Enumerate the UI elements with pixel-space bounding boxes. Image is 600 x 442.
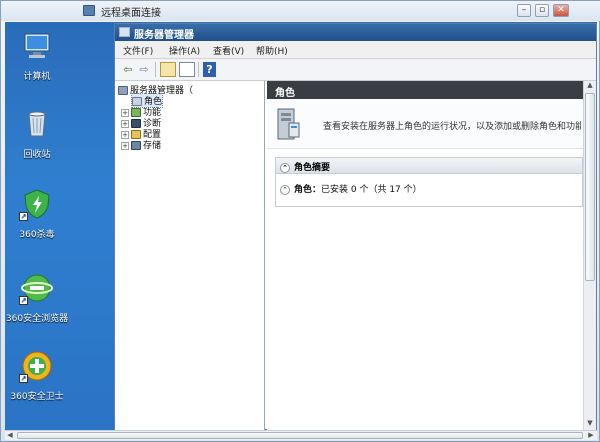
- restore-button[interactable]: ▫: [535, 4, 549, 17]
- scroll-up-icon[interactable]: ▲: [584, 81, 596, 91]
- toolbar-separator: [155, 62, 156, 77]
- shortcut-arrow-icon: ↗: [19, 296, 28, 305]
- up-folder-icon[interactable]: [160, 62, 176, 77]
- desktop-icon-recycle-bin[interactable]: 回收站: [5, 108, 69, 160]
- toolbar-separator: [198, 62, 199, 77]
- tree-pane: 服务器管理器（ 角色 + 功能 + 诊断 + 配置 + 存储: [115, 81, 265, 430]
- rdp-titlebar[interactable]: 远程桌面连接 – ▫ ✕: [1, 1, 600, 21]
- remote-desktop-window: 远程桌面连接 – ▫ ✕ 计算机 回收站 ↗ 360杀毒 ↗ 360安全浏览器 …: [0, 0, 600, 442]
- menu-help[interactable]: 帮助(H): [256, 44, 288, 57]
- desktop-icon-computer[interactable]: 计算机: [5, 30, 69, 82]
- desktop-icon-label: 360安全浏览器: [5, 314, 69, 324]
- menu-action[interactable]: 操作(A): [169, 44, 200, 57]
- content-header: 角色: [267, 81, 583, 99]
- shortcut-arrow-icon: ↗: [19, 374, 28, 383]
- show-hide-tree-icon[interactable]: [179, 62, 195, 77]
- menu-bar: 文件(F) 操作(A) 查看(V) 帮助(H): [115, 41, 596, 59]
- toolbar: ⇦ ⇨ ?: [115, 59, 596, 81]
- rdp-title: 远程桌面连接: [101, 8, 161, 19]
- content-pane: 角色 查看安装在服务器上角色的运行状况，以及添加或删除角色和功能 ⌃ 角色摘要 ⌃…: [267, 81, 583, 430]
- desktop-icon-label: 计算机: [23, 72, 51, 82]
- menu-view[interactable]: 查看(V): [213, 44, 244, 57]
- back-arrow-icon[interactable]: ⇦: [120, 62, 136, 77]
- server-manager-icon: [119, 27, 130, 37]
- scroll-down-icon[interactable]: ▼: [584, 419, 596, 429]
- desktop-icon-360-antivirus[interactable]: ↗ 360杀毒: [5, 188, 69, 240]
- help-icon[interactable]: ?: [203, 62, 216, 77]
- menu-file[interactable]: 文件(F): [123, 44, 153, 57]
- server-icon: [118, 86, 128, 95]
- collapse-icon[interactable]: ⌃: [280, 162, 290, 173]
- storage-icon: [131, 141, 141, 150]
- forward-arrow-icon[interactable]: ⇨: [136, 62, 152, 77]
- close-button[interactable]: ✕: [553, 4, 569, 17]
- desktop-icon-label: 回收站: [23, 150, 51, 160]
- summary-value: 已安装 0 个（共 17 个）: [321, 185, 422, 195]
- scroll-right-icon[interactable]: ▶: [586, 431, 596, 440]
- remote-desktop-icon: [83, 5, 95, 16]
- collapse-icon[interactable]: ⌃: [280, 184, 290, 195]
- roles-summary: ⌃ 角色：已安装 0 个（共 17 个）: [280, 182, 422, 195]
- desktop-icon-label: 360杀毒: [19, 230, 55, 240]
- summary-label: 角色：: [294, 185, 322, 195]
- scroll-left-icon[interactable]: ◀: [5, 431, 15, 440]
- tree-item-storage[interactable]: + 存储: [121, 138, 161, 151]
- section-header[interactable]: ⌃ 角色摘要: [276, 158, 582, 174]
- server-manager-titlebar[interactable]: 服务器管理器: [115, 24, 596, 41]
- computer-icon: [24, 33, 50, 58]
- desktop-icon-label: 360安全卫士: [10, 392, 64, 402]
- desktop-icon-360-browser[interactable]: ↗ 360安全浏览器: [5, 272, 69, 324]
- description-panel: 查看安装在服务器上角色的运行状况，以及添加或删除角色和功能: [267, 99, 583, 149]
- server-manager-window: 服务器管理器 文件(F) 操作(A) 查看(V) 帮助(H) ⇦ ⇨ ? 服务器…: [114, 23, 597, 430]
- scrollbar-thumb[interactable]: [17, 432, 583, 439]
- minimize-button[interactable]: –: [517, 4, 531, 17]
- horizontal-scrollbar[interactable]: ◀ ▶: [5, 430, 597, 440]
- roles-summary-section: ⌃ 角色摘要 ⌃ 角色：已安装 0 个（共 17 个）: [275, 157, 583, 207]
- recycle-bin-icon: [28, 111, 46, 137]
- section-title: 角色摘要: [294, 163, 331, 173]
- vertical-scrollbar[interactable]: ▲ ▼: [583, 81, 596, 430]
- window-title: 服务器管理器: [134, 30, 194, 41]
- tree-item-label: 存储: [143, 141, 162, 151]
- scrollbar-thumb[interactable]: [585, 93, 595, 281]
- expand-icon[interactable]: +: [121, 141, 129, 150]
- roles-description: 查看安装在服务器上角色的运行状况，以及添加或删除角色和功能: [323, 122, 581, 132]
- desktop-icon-360-safeguard[interactable]: ↗ 360安全卫士: [5, 350, 69, 402]
- server-tower-icon: [277, 108, 300, 140]
- shortcut-arrow-icon: ↗: [19, 212, 28, 221]
